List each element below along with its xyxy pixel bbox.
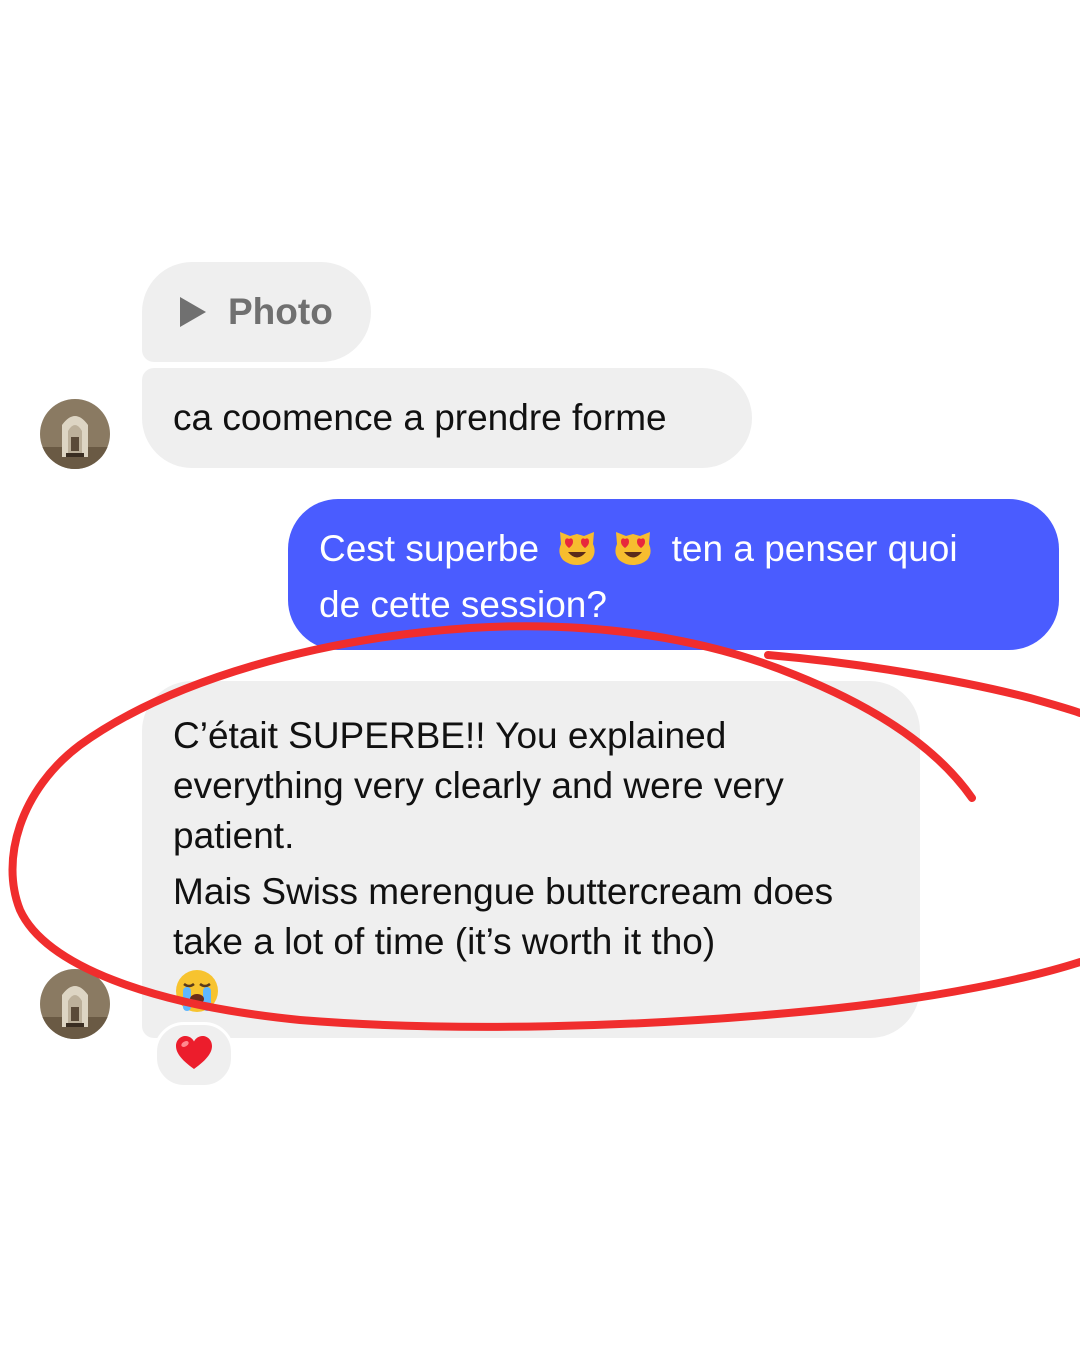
message-text-part-1: Cest superbe (319, 528, 540, 569)
play-icon (180, 297, 206, 327)
outgoing-message-bubble[interactable]: Cest superbe ten a penser quoi de cette … (288, 499, 1059, 650)
contact-avatar[interactable] (40, 969, 110, 1039)
message-text-part-2: ten a penser quoi (671, 528, 958, 569)
contact-avatar[interactable] (40, 399, 110, 469)
message-reaction[interactable] (154, 1022, 234, 1088)
incoming-message-bubble[interactable]: C’était SUPERBE!! You explained everythi… (142, 681, 920, 1038)
red-heart-icon (175, 1035, 213, 1076)
message-paragraph: Mais Swiss merengue buttercream does tak… (173, 871, 834, 962)
photo-attachment-label: Photo (228, 291, 333, 332)
photo-attachment-bubble[interactable]: Photo (142, 262, 371, 362)
message-text-part-3: de cette session? (319, 584, 607, 625)
message-text: ca coomence a prendre forme (173, 397, 667, 438)
heart-eyes-cat-icon (555, 523, 599, 580)
chat-thread: Photo ca coomence a prendre forme Cest s… (0, 0, 1080, 1350)
loudly-crying-face-icon (173, 967, 892, 1017)
message-paragraph: C’était SUPERBE!! You explained everythi… (173, 715, 784, 856)
annotation-circle (8, 622, 1080, 1031)
heart-eyes-cat-icon (611, 523, 655, 580)
incoming-message-bubble[interactable]: ca coomence a prendre forme (142, 368, 752, 468)
